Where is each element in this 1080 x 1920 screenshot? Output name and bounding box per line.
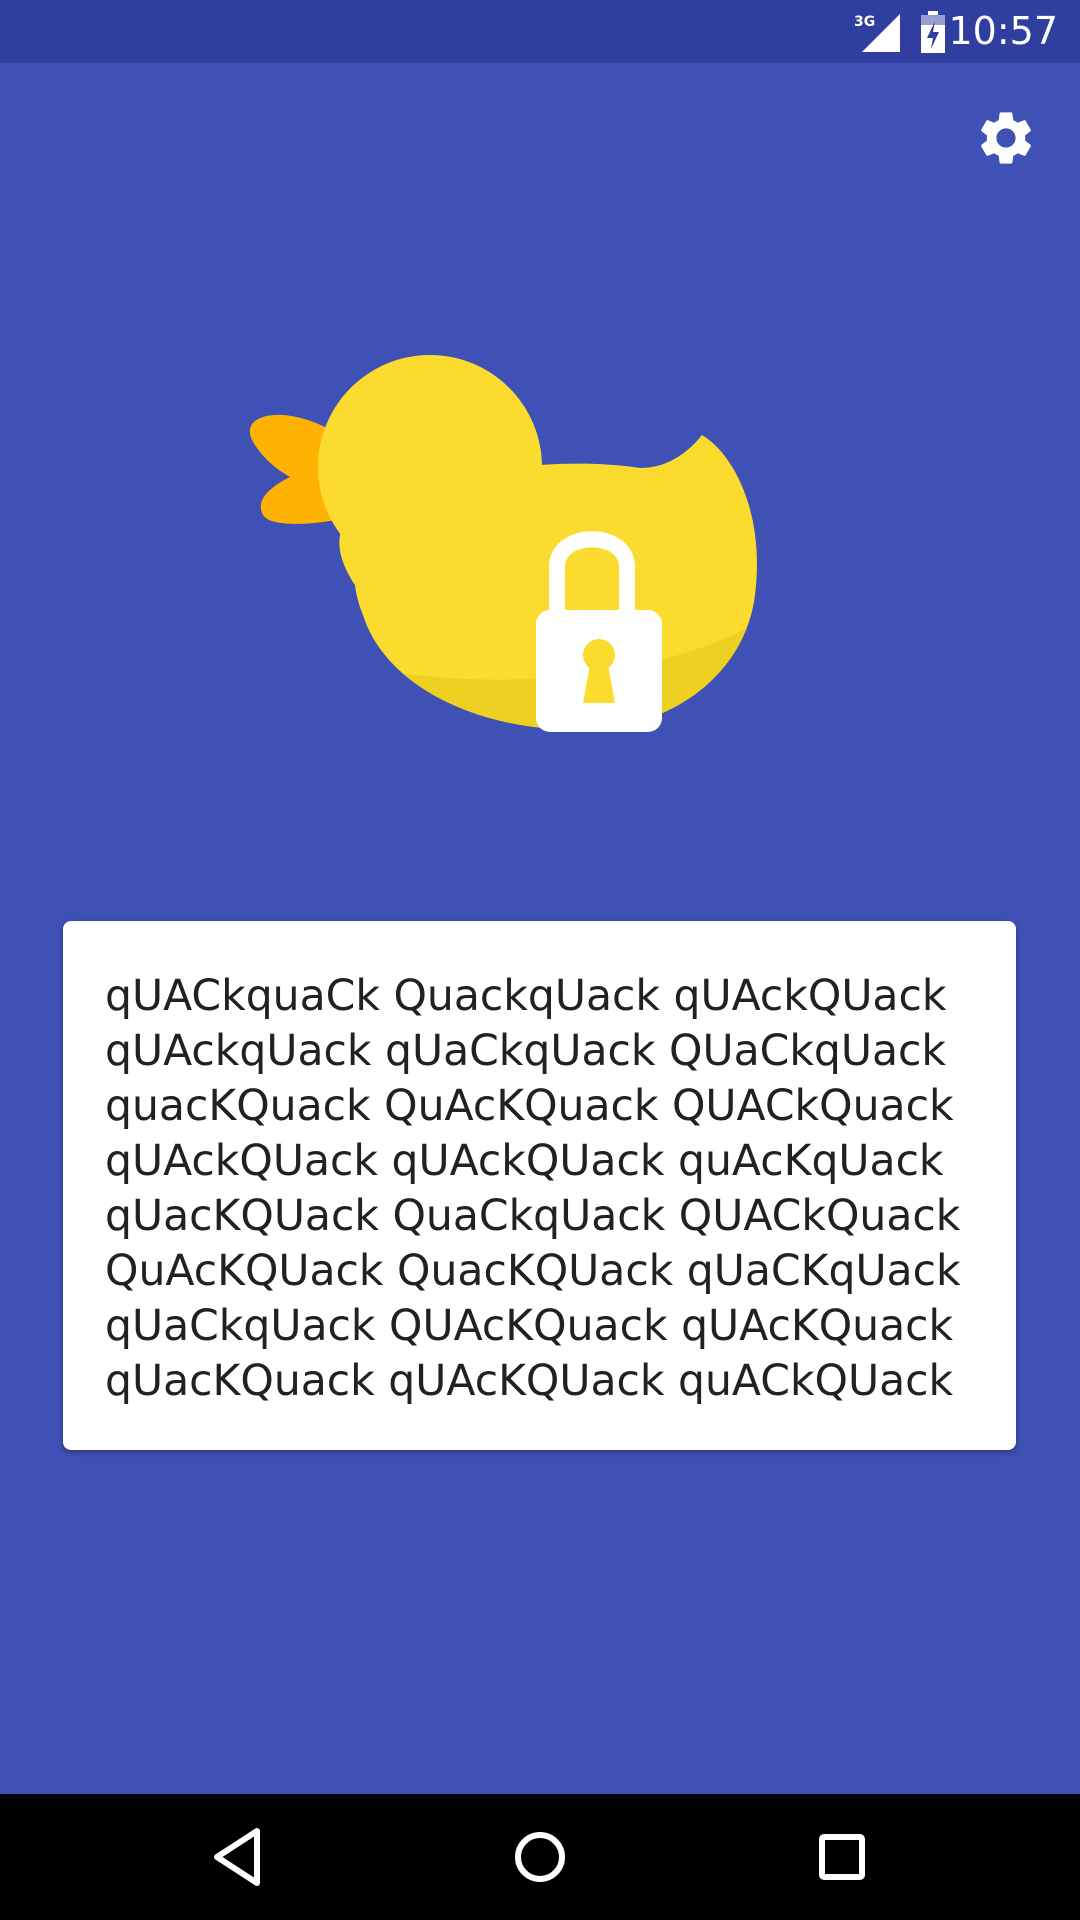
signal-3g-icon: 3G — [854, 14, 900, 52]
quack-line: qUaCkqUack QUAcKQuack qUAcKQuack — [105, 1302, 954, 1351]
settings-button[interactable] — [974, 106, 1038, 170]
quack-line: qUAckqUack qUaCkqUack QUaCkqUack — [105, 1027, 947, 1076]
recent-apps-button[interactable] — [804, 1819, 880, 1895]
duck-lock-illustration — [249, 355, 757, 732]
quack-line: qUacKQuack qUAcKQUack quACkQUack — [105, 1357, 954, 1406]
quack-card: qUACkquaCk QuackqUack qUAckQUack qUAckqU… — [63, 921, 1016, 1450]
quack-line: qUACkquaCk QuackqUack qUAckQUack — [105, 972, 947, 1021]
back-button[interactable] — [199, 1819, 275, 1895]
quack-line: QuAcKQUack QuacKQUack qUaCKqUack — [105, 1247, 961, 1296]
status-time: 10:57 — [948, 9, 1058, 53]
quack-line: quacKQuack QuAcKQuack QUACkQuack — [105, 1082, 954, 1131]
gear-icon — [981, 112, 1031, 164]
home-button[interactable] — [502, 1819, 578, 1895]
status-bar: 3G 10:57 — [0, 0, 1080, 63]
network-type-label: 3G — [854, 14, 875, 30]
navigation-bar — [0, 1794, 1080, 1920]
quack-line: qUAckQUack qUAckQUack quAcKqUack — [105, 1137, 944, 1186]
home-icon — [515, 1832, 565, 1882]
quack-line: qUacKQUack QuaCkqUack QUACkQuack — [105, 1192, 961, 1241]
battery-charging-icon — [921, 11, 945, 53]
recent-apps-icon — [819, 1834, 865, 1880]
screen: 3G 10:57 qUACkquaCk QuackqUack qUAckQUac… — [0, 0, 1080, 1920]
quack-text: qUACkquaCk QuackqUack qUAckQUack qUAckqU… — [105, 969, 976, 1409]
duck-head — [318, 355, 542, 579]
back-icon — [214, 1828, 260, 1886]
